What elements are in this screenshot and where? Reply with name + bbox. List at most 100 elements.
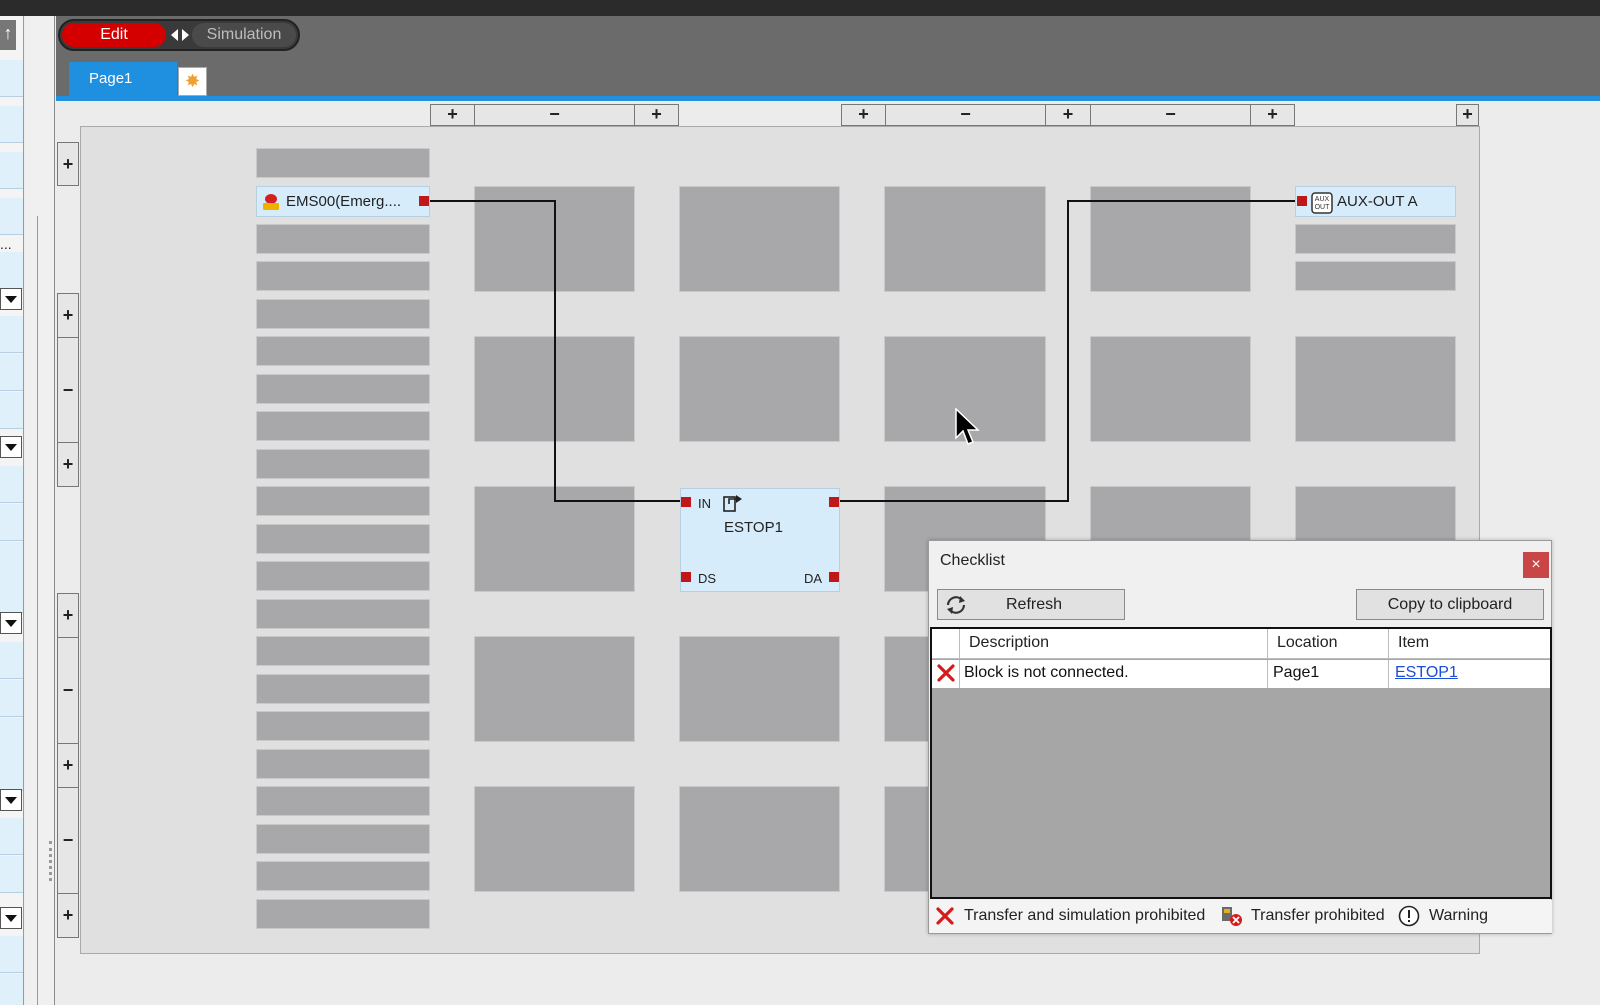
output-port-da[interactable]: [829, 572, 839, 582]
refresh-button[interactable]: Refresh: [937, 589, 1125, 620]
input-slot[interactable]: [256, 224, 430, 254]
input-slot[interactable]: [256, 711, 430, 741]
input-slot[interactable]: [256, 786, 430, 816]
add-column-button[interactable]: +: [1456, 104, 1479, 126]
left-panel-item[interactable]: [0, 316, 23, 353]
left-panel-dropdown[interactable]: [0, 907, 22, 929]
remove-column-button[interactable]: −: [474, 104, 635, 126]
input-slot[interactable]: [256, 899, 430, 929]
remove-column-button[interactable]: −: [1090, 104, 1251, 126]
left-panel-item[interactable]: [0, 754, 23, 791]
input-slot[interactable]: [256, 749, 430, 779]
input-slot[interactable]: [256, 148, 430, 178]
input-slot[interactable]: [256, 261, 430, 291]
add-row-button[interactable]: +: [57, 893, 79, 938]
left-panel-item[interactable]: [0, 974, 23, 1005]
connection-wire[interactable]: [554, 500, 682, 502]
left-panel-item[interactable]: [0, 106, 23, 143]
copy-to-clipboard-button[interactable]: Copy to clipboard: [1356, 589, 1544, 620]
input-slot[interactable]: [256, 861, 430, 891]
tab-page1[interactable]: Page1: [69, 62, 177, 98]
simulation-mode-button[interactable]: Simulation: [192, 23, 296, 47]
left-panel-dropdown[interactable]: [0, 288, 22, 310]
block-slot[interactable]: [679, 786, 840, 892]
input-slot[interactable]: [256, 561, 430, 591]
connection-wire[interactable]: [839, 500, 1069, 502]
connection-wire[interactable]: [429, 200, 555, 202]
column-header-location[interactable]: Location: [1268, 629, 1389, 658]
output-slot[interactable]: [1295, 261, 1456, 291]
add-column-button[interactable]: +: [841, 104, 886, 126]
input-port-in[interactable]: [681, 497, 691, 507]
output-slot[interactable]: [1295, 336, 1456, 442]
output-port[interactable]: [829, 497, 839, 507]
mode-switch[interactable]: Edit Simulation: [58, 19, 300, 51]
add-row-button[interactable]: +: [57, 293, 79, 338]
add-column-button[interactable]: +: [430, 104, 475, 126]
input-slot[interactable]: [256, 336, 430, 366]
remove-column-button[interactable]: −: [885, 104, 1046, 126]
connection-wire[interactable]: [554, 200, 556, 502]
input-slot[interactable]: [256, 636, 430, 666]
left-panel-item[interactable]: [0, 642, 23, 679]
left-panel-item[interactable]: [0, 936, 23, 973]
input-slot[interactable]: [256, 486, 430, 516]
add-column-button[interactable]: +: [634, 104, 679, 126]
column-header-item[interactable]: Item: [1389, 629, 1550, 658]
input-slot[interactable]: [256, 374, 430, 404]
splitter-grip-icon[interactable]: [49, 841, 52, 881]
left-panel-item[interactable]: [0, 152, 23, 189]
add-row-button[interactable]: +: [57, 142, 79, 186]
connection-wire[interactable]: [1067, 200, 1297, 202]
left-panel-item[interactable]: [0, 198, 23, 235]
input-port-ds[interactable]: [681, 572, 691, 582]
block-slot[interactable]: [884, 186, 1046, 292]
new-page-button[interactable]: ✸: [178, 67, 207, 96]
input-slot[interactable]: [256, 599, 430, 629]
remove-row-button[interactable]: −: [57, 337, 79, 443]
left-panel-item[interactable]: [0, 542, 23, 579]
left-panel-item[interactable]: [0, 60, 23, 97]
block-slot[interactable]: [679, 636, 840, 742]
output-port[interactable]: [419, 196, 429, 206]
item-link[interactable]: ESTOP1: [1395, 664, 1458, 681]
left-panel-item[interactable]: [0, 576, 23, 613]
edit-mode-button[interactable]: Edit: [62, 23, 166, 47]
block-slot[interactable]: [679, 336, 840, 442]
input-slot[interactable]: [256, 524, 430, 554]
panel-splitter[interactable]: [25, 16, 55, 1005]
block-slot[interactable]: [679, 186, 840, 292]
add-row-button[interactable]: +: [57, 593, 79, 638]
close-button[interactable]: ×: [1523, 552, 1549, 578]
add-row-button[interactable]: +: [57, 442, 79, 487]
table-row[interactable]: Block is not connected. Page1 ESTOP1: [932, 660, 1550, 688]
input-port[interactable]: [1297, 196, 1307, 206]
left-panel-item[interactable]: [0, 818, 23, 855]
left-panel-item[interactable]: [0, 392, 23, 429]
input-slot[interactable]: [256, 674, 430, 704]
row-item-link[interactable]: ESTOP1: [1389, 660, 1550, 688]
left-panel-item[interactable]: [0, 680, 23, 717]
left-panel-item[interactable]: [0, 504, 23, 541]
input-slot[interactable]: [256, 411, 430, 441]
output-slot[interactable]: [1295, 224, 1456, 254]
function-block-estop1[interactable]: IN ESTOP1 DS DA: [680, 488, 840, 592]
left-panel-item[interactable]: [0, 466, 23, 503]
output-block-aux-out-a[interactable]: AUX OUT AUX-OUT A: [1295, 186, 1456, 217]
block-slot[interactable]: [474, 786, 635, 892]
left-panel-item[interactable]: [0, 252, 23, 289]
block-slot[interactable]: [1090, 336, 1251, 442]
input-slot[interactable]: [256, 299, 430, 329]
connection-wire[interactable]: [1067, 200, 1069, 502]
scroll-up-icon[interactable]: ↑: [0, 20, 16, 50]
add-row-button[interactable]: +: [57, 743, 79, 788]
column-header-description[interactable]: Description: [960, 629, 1268, 658]
remove-row-button[interactable]: −: [57, 637, 79, 744]
left-panel-item[interactable]: [0, 354, 23, 391]
block-slot[interactable]: [474, 636, 635, 742]
input-slot[interactable]: [256, 449, 430, 479]
left-panel-item[interactable]: [0, 856, 23, 893]
add-column-button[interactable]: +: [1250, 104, 1295, 126]
left-panel-item[interactable]: [0, 718, 23, 755]
left-panel-dropdown[interactable]: [0, 436, 22, 458]
